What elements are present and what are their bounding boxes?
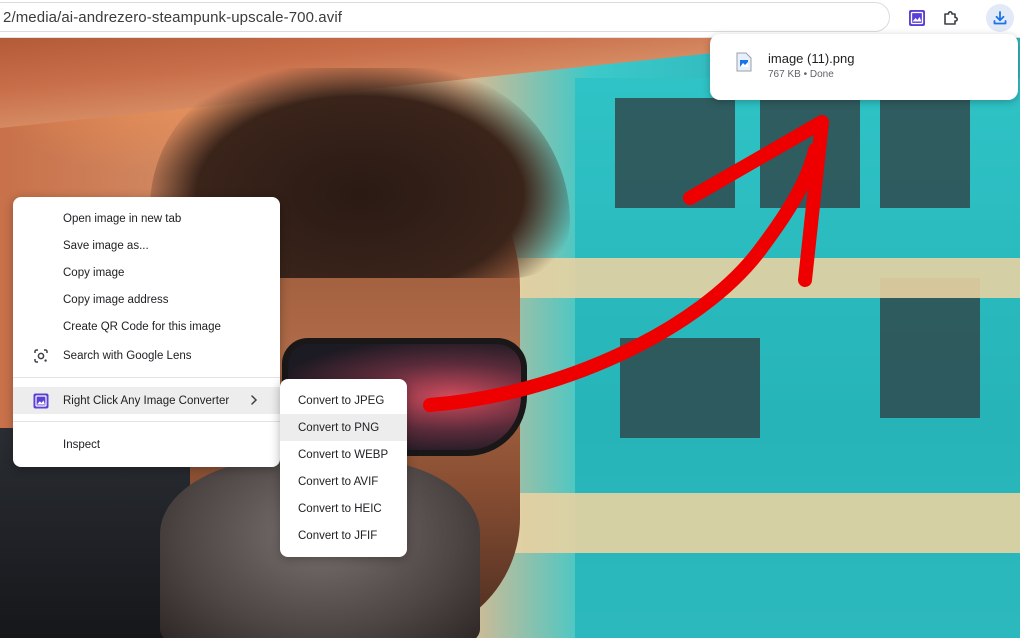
download-file-name[interactable]: image (11).png	[768, 51, 854, 66]
menu-separator	[13, 377, 280, 378]
image-converter-extension-button[interactable]	[903, 4, 931, 32]
menu-item-search-google-lens[interactable]: Search with Google Lens	[13, 342, 280, 369]
converter-submenu: Convert to JPEG Convert to PNG Convert t…	[280, 379, 407, 557]
submenu-item-convert-jfif[interactable]: Convert to JFIF	[280, 522, 407, 549]
photo-window	[620, 338, 760, 438]
download-icon	[993, 11, 1007, 25]
menu-item-right-click-any-image-converter[interactable]: Right Click Any Image Converter	[13, 387, 280, 414]
menu-item-copy-image-address[interactable]: Copy image address	[13, 286, 280, 313]
chevron-right-icon	[251, 395, 258, 405]
menu-item-inspect[interactable]: Inspect	[13, 431, 280, 458]
download-bubble: image (11).png 767 KB • Done	[710, 34, 1018, 100]
extensions-button[interactable]	[937, 4, 965, 32]
menu-item-label: Search with Google Lens	[63, 349, 192, 362]
downloads-button[interactable]	[986, 4, 1014, 32]
submenu-item-convert-heic[interactable]: Convert to HEIC	[280, 495, 407, 522]
submenu-item-convert-png[interactable]: Convert to PNG	[280, 414, 407, 441]
context-menu: Open image in new tab Save image as... C…	[13, 197, 280, 467]
menu-item-label: Convert to AVIF	[298, 475, 379, 488]
photo-window	[615, 98, 735, 208]
menu-item-label: Create QR Code for this image	[63, 320, 221, 333]
menu-item-label: Open image in new tab	[63, 212, 182, 225]
menu-item-label: Convert to JFIF	[298, 529, 378, 542]
menu-item-open-image-new-tab[interactable]: Open image in new tab	[13, 205, 280, 232]
menu-separator	[13, 421, 280, 422]
submenu-item-convert-avif[interactable]: Convert to AVIF	[280, 468, 407, 495]
puzzle-icon	[944, 11, 958, 25]
download-status: 767 KB • Done	[768, 69, 834, 80]
file-image-icon	[736, 52, 752, 72]
menu-item-label: Convert to HEIC	[298, 502, 382, 515]
menu-item-label: Convert to PNG	[298, 421, 380, 434]
image-converter-icon	[909, 10, 925, 26]
photo-band	[470, 493, 1020, 553]
menu-item-copy-image[interactable]: Copy image	[13, 259, 280, 286]
menu-item-label: Copy image	[63, 266, 125, 279]
menu-item-label: Convert to JPEG	[298, 394, 385, 407]
address-bar[interactable]: 2/media/ai-andrezero-steampunk-upscale-7…	[0, 2, 890, 32]
menu-item-label: Copy image address	[63, 293, 169, 306]
menu-item-save-image-as[interactable]: Save image as...	[13, 232, 280, 259]
browser-toolbar: 2/media/ai-andrezero-steampunk-upscale-7…	[0, 0, 1020, 38]
menu-item-label: Convert to WEBP	[298, 448, 389, 461]
photo-band	[470, 258, 1020, 298]
menu-item-label: Inspect	[63, 438, 101, 451]
photo-window	[880, 98, 970, 208]
menu-item-create-qr-code[interactable]: Create QR Code for this image	[13, 313, 280, 340]
submenu-item-convert-webp[interactable]: Convert to WEBP	[280, 441, 407, 468]
photo-window	[880, 278, 980, 418]
photo-window	[760, 98, 860, 208]
url-text[interactable]: 2/media/ai-andrezero-steampunk-upscale-7…	[3, 9, 342, 26]
google-lens-icon	[34, 349, 48, 363]
menu-item-label: Save image as...	[63, 239, 149, 252]
menu-item-label: Right Click Any Image Converter	[63, 394, 230, 407]
submenu-item-convert-jpeg[interactable]: Convert to JPEG	[280, 387, 407, 414]
image-converter-icon	[33, 393, 49, 409]
